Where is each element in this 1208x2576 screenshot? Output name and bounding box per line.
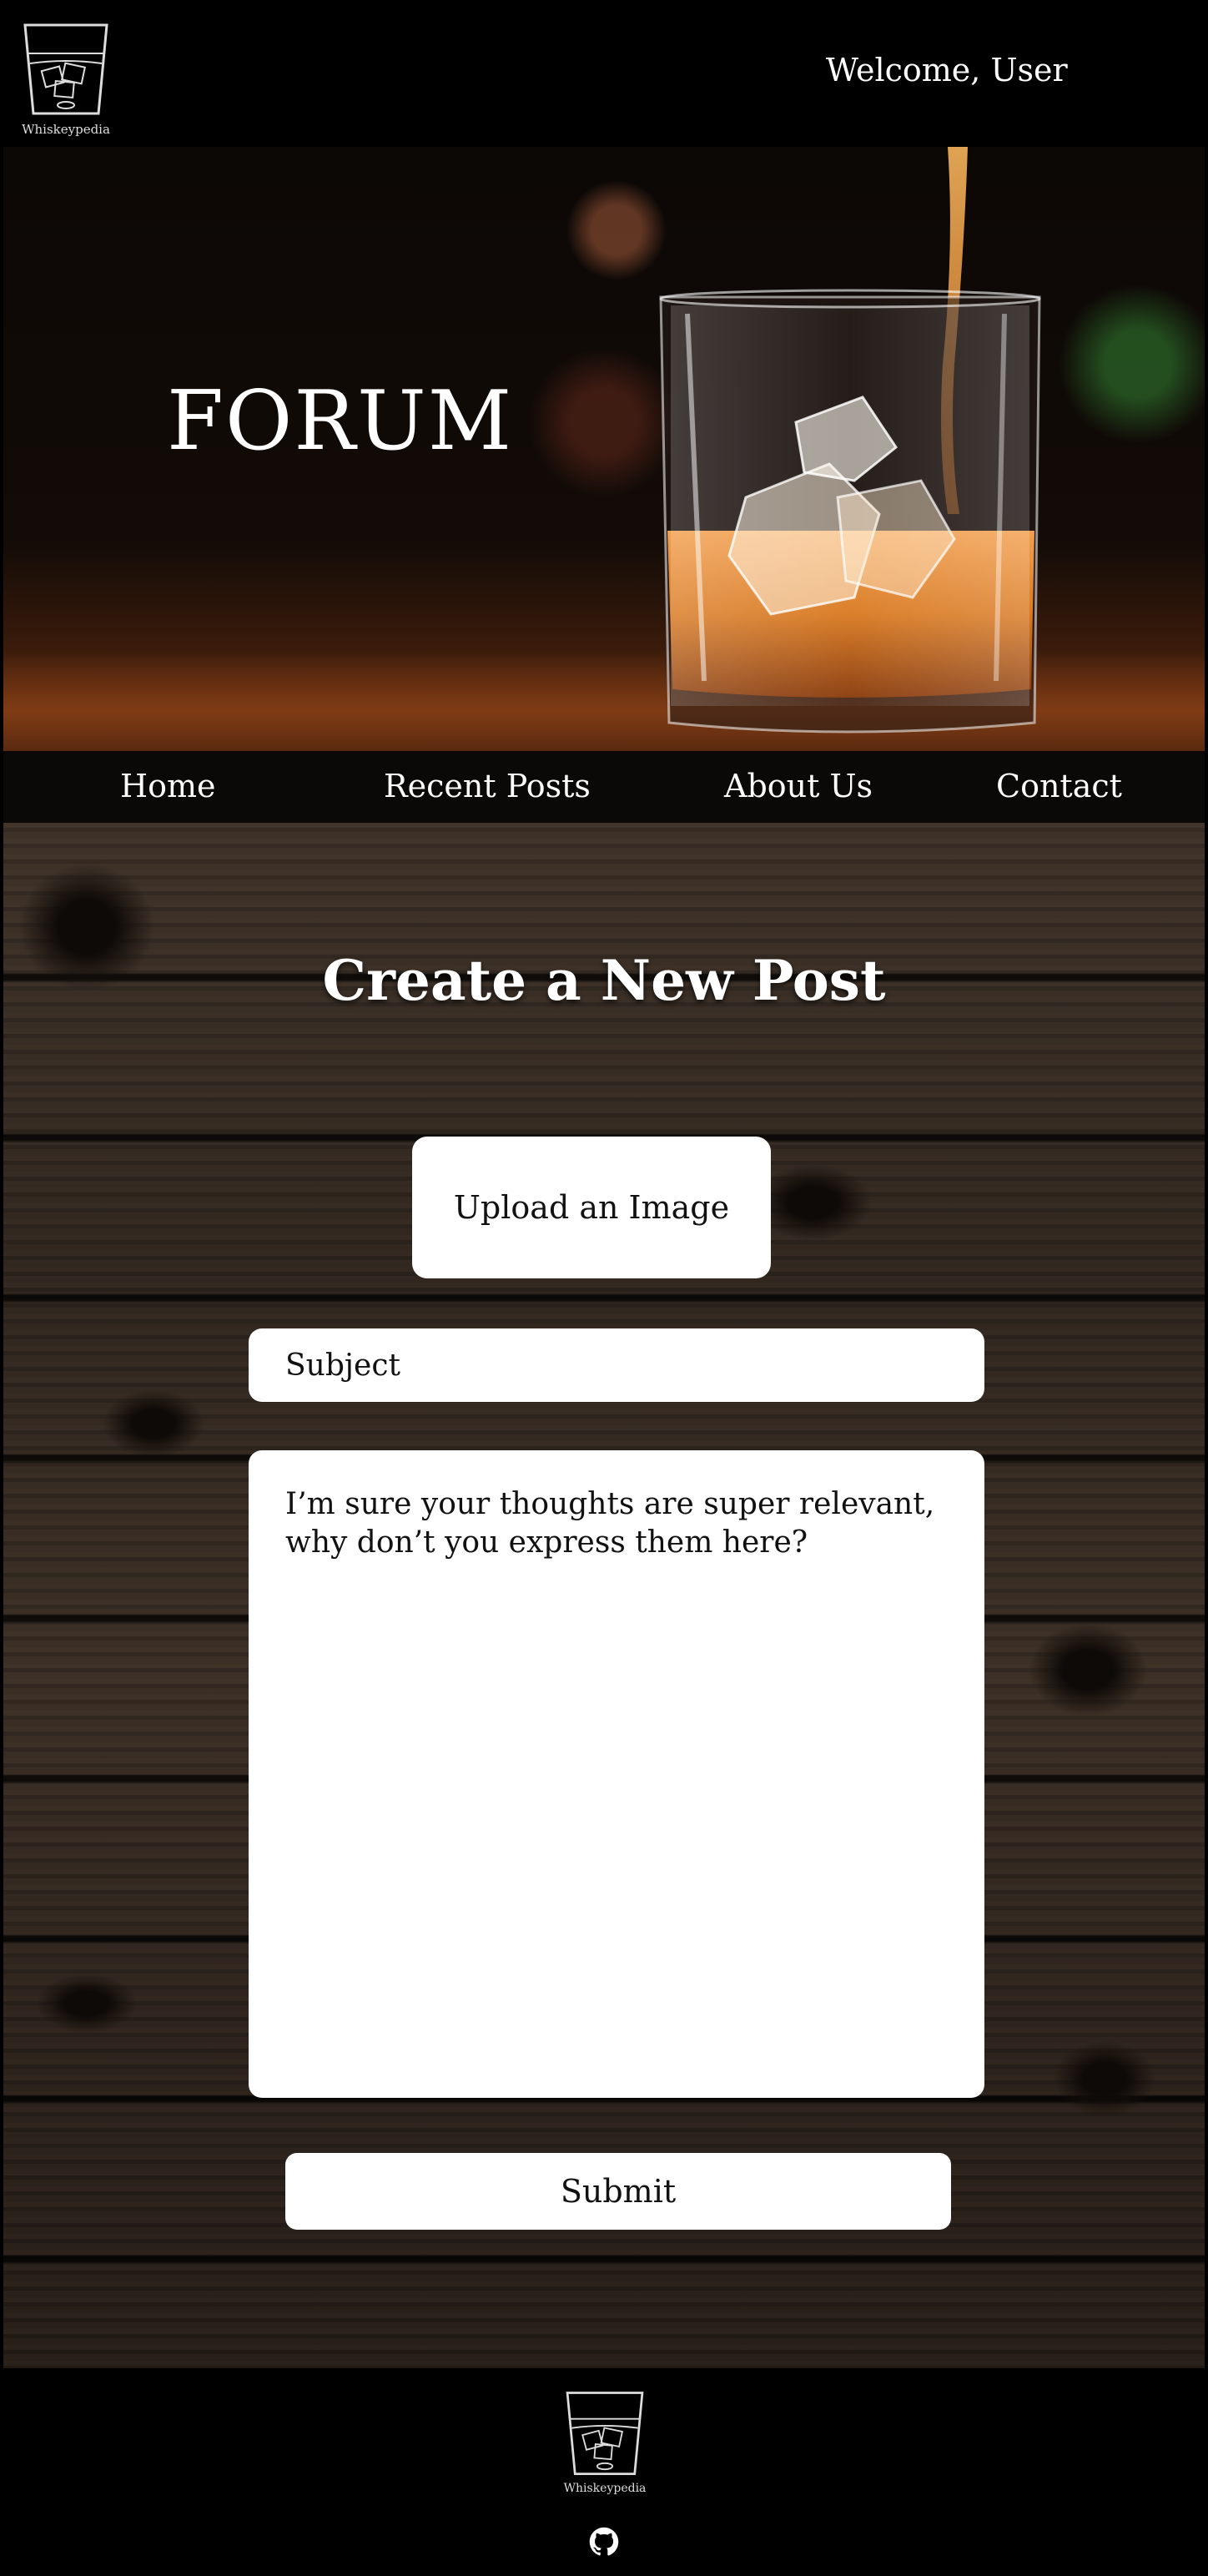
wood-knot bbox=[1054, 2041, 1155, 2116]
wood-knot bbox=[754, 1165, 871, 1240]
whiskey-glass-image bbox=[659, 147, 1041, 733]
post-form-section: Create a New Post Upload an Image Submit bbox=[3, 823, 1205, 2368]
nav-home[interactable]: Home bbox=[120, 768, 216, 804]
wood-knot bbox=[1029, 1624, 1146, 1716]
form-title: Create a New Post bbox=[322, 948, 886, 1013]
nav-contact[interactable]: Contact bbox=[996, 768, 1122, 804]
wood-knot bbox=[103, 1390, 204, 1457]
footer: Whiskeypedia bbox=[3, 2368, 1205, 2576]
upload-image-button[interactable]: Upload an Image bbox=[412, 1137, 771, 1278]
wood-knot bbox=[37, 1974, 137, 2033]
nav-recent-posts[interactable]: Recent Posts bbox=[384, 768, 591, 804]
github-icon[interactable] bbox=[589, 2527, 619, 2557]
footer-logo-text: Whiskeypedia bbox=[563, 2482, 647, 2495]
hero-banner: FORUM bbox=[3, 147, 1205, 751]
subject-input[interactable] bbox=[249, 1328, 984, 1402]
nav-about-us[interactable]: About Us bbox=[724, 768, 873, 804]
post-body-textarea[interactable] bbox=[249, 1450, 984, 2098]
submit-button[interactable]: Submit bbox=[285, 2153, 951, 2230]
page-title: FORUM bbox=[167, 374, 514, 469]
footer-logo[interactable]: Whiskeypedia bbox=[559, 2388, 651, 2495]
whiskey-glass-logo-icon bbox=[23, 23, 108, 115]
site-logo[interactable]: Whiskeypedia bbox=[20, 20, 112, 139]
welcome-message: Welcome, User bbox=[826, 52, 1068, 88]
whiskey-glass-logo-icon bbox=[566, 2392, 644, 2476]
logo-text: Whiskeypedia bbox=[22, 122, 110, 137]
top-bar: Whiskeypedia Welcome, User bbox=[0, 0, 1208, 147]
main-nav: Home Recent Posts About Us Contact bbox=[3, 751, 1205, 823]
